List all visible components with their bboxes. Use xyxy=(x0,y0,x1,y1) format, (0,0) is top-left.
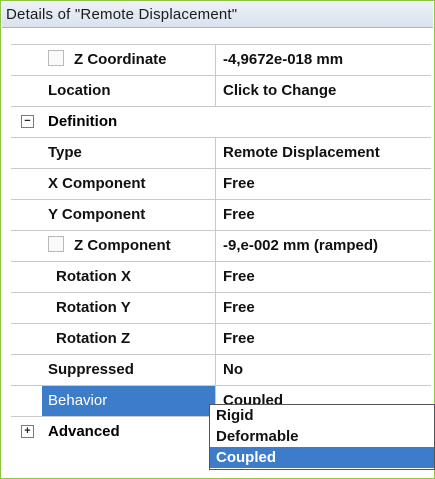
z-coordinate-label: Z Coordinate xyxy=(74,51,167,68)
row-rotation-y[interactable]: Rotation Y Free xyxy=(11,293,431,324)
x-component-value[interactable]: Free xyxy=(217,169,431,199)
row-type[interactable]: Type Remote Displacement xyxy=(11,138,431,169)
rotation-y-value[interactable]: Free xyxy=(217,293,431,323)
row-location[interactable]: Location Click to Change xyxy=(11,76,431,107)
details-panel: Details of "Remote Displacement" Z Coord… xyxy=(0,0,435,479)
suppressed-label: Suppressed xyxy=(42,355,216,385)
row-label: Z Component xyxy=(42,231,216,261)
definition-label: Definition xyxy=(48,113,118,130)
type-label: Type xyxy=(42,138,216,168)
behavior-label: Behavior xyxy=(42,386,216,416)
rotation-z-label: Rotation Z xyxy=(42,324,216,354)
z-coordinate-value[interactable]: -4,9672e-018 mm xyxy=(217,45,431,75)
suppressed-value[interactable]: No xyxy=(217,355,431,385)
row-suppressed[interactable]: Suppressed No xyxy=(11,355,431,386)
row-z-component[interactable]: Z Component -9,e-002 mm (ramped) xyxy=(11,231,431,262)
row-y-component[interactable]: Y Component Free xyxy=(11,200,431,231)
x-component-label: X Component xyxy=(42,169,216,199)
advanced-label: Advanced xyxy=(48,423,120,440)
row-label: Z Coordinate xyxy=(42,45,216,75)
row-x-component[interactable]: X Component Free xyxy=(11,169,431,200)
row-z-coordinate[interactable]: Z Coordinate -4,9672e-018 mm xyxy=(11,45,431,76)
z-component-label: Z Component xyxy=(74,237,171,254)
expand-icon[interactable]: + xyxy=(21,425,34,438)
rotation-y-label: Rotation Y xyxy=(42,293,216,323)
y-component-label: Y Component xyxy=(42,200,216,230)
collapse-icon[interactable]: − xyxy=(21,115,34,128)
dropdown-option-deformable[interactable]: Deformable xyxy=(210,426,434,447)
property-grid: Z Coordinate -4,9672e-018 mm Location Cl… xyxy=(11,44,431,447)
type-value[interactable]: Remote Displacement xyxy=(217,138,431,168)
behavior-dropdown-list[interactable]: Rigid Deformable Coupled xyxy=(209,404,435,470)
parameter-checkbox[interactable] xyxy=(48,236,64,252)
dropdown-option-coupled[interactable]: Coupled xyxy=(210,447,434,468)
z-component-value[interactable]: -9,e-002 mm (ramped) xyxy=(217,231,431,261)
y-component-value[interactable]: Free xyxy=(217,200,431,230)
row-rotation-x[interactable]: Rotation X Free xyxy=(11,262,431,293)
rotation-x-value[interactable]: Free xyxy=(217,262,431,292)
location-label: Location xyxy=(42,76,216,106)
panel-title: Details of "Remote Displacement" xyxy=(2,2,433,28)
row-rotation-z[interactable]: Rotation Z Free xyxy=(11,324,431,355)
dropdown-option-rigid[interactable]: Rigid xyxy=(210,405,434,426)
location-value[interactable]: Click to Change xyxy=(217,76,431,106)
section-definition[interactable]: − Definition xyxy=(11,107,431,138)
parameter-checkbox[interactable] xyxy=(48,50,64,66)
rotation-z-value[interactable]: Free xyxy=(217,324,431,354)
rotation-x-label: Rotation X xyxy=(42,262,216,292)
